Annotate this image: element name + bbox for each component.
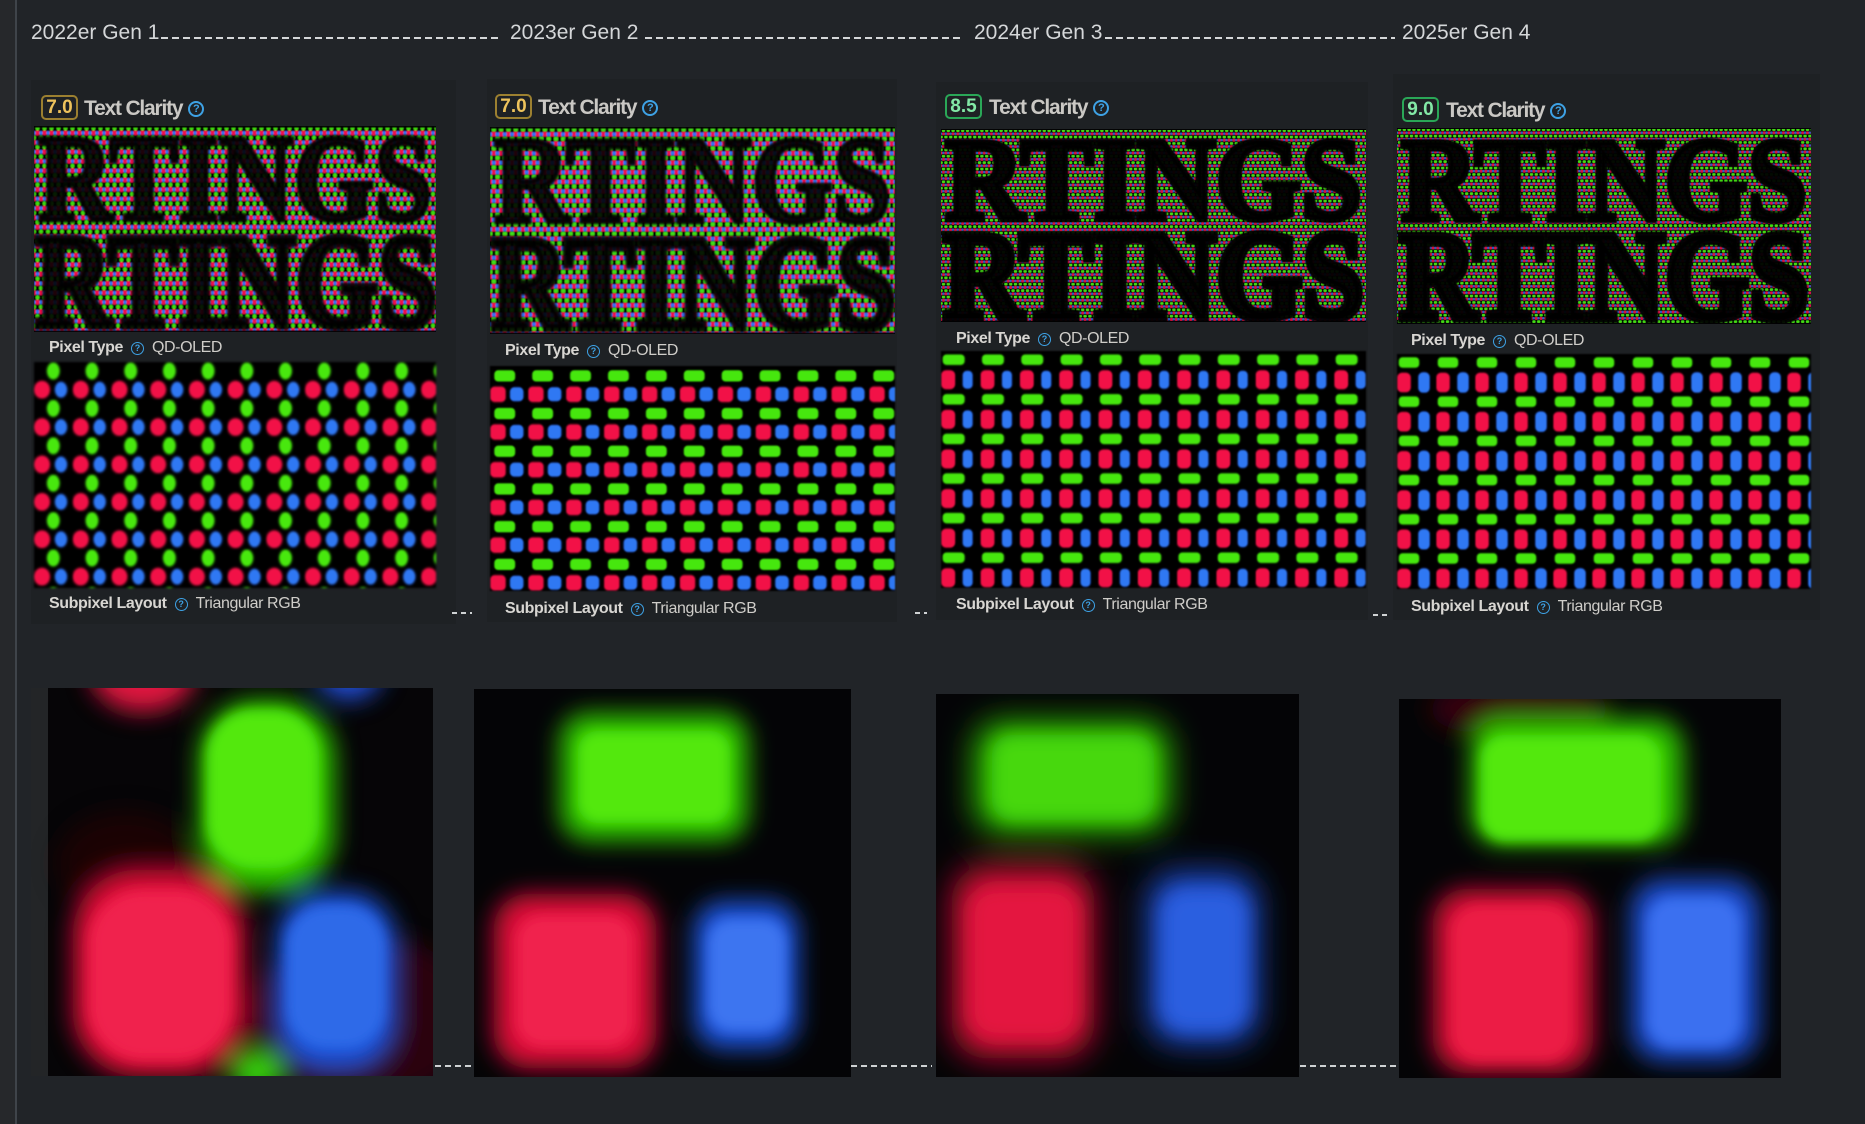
svg-text:RTINGS: RTINGS [1399,207,1809,324]
svg-text:RTINGS: RTINGS [491,209,895,334]
svg-text:RTINGS: RTINGS [35,207,436,332]
svg-text:RTINGS: RTINGS [943,207,1364,322]
